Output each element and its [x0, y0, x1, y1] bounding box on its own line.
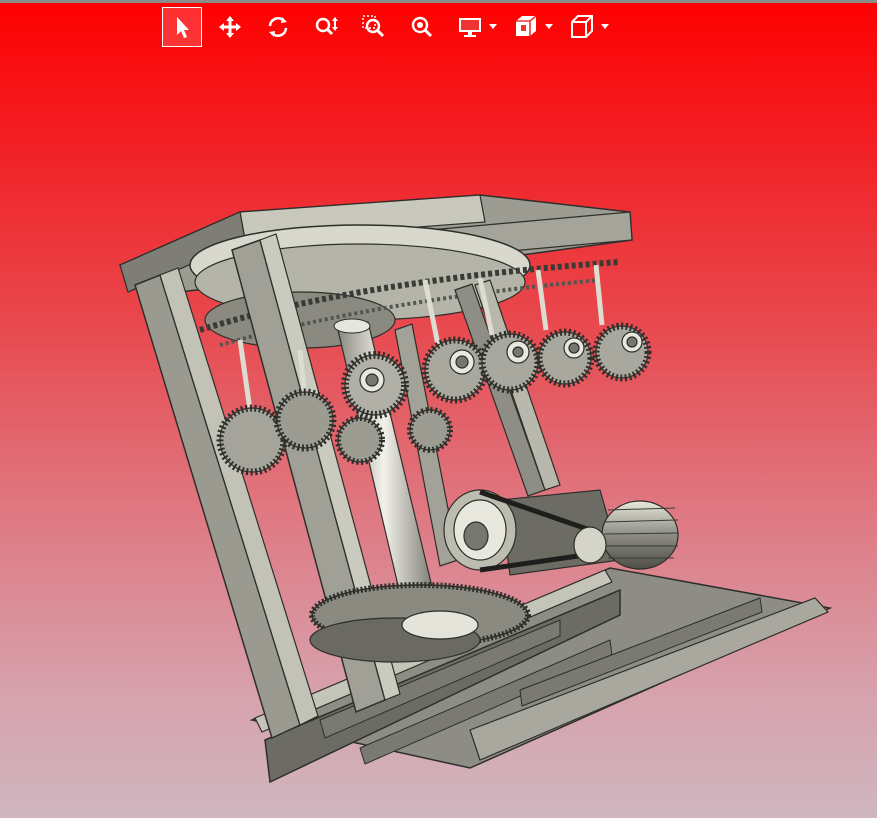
top-frame — [118, 194, 633, 349]
machine-assembly-model[interactable] — [0, 0, 877, 818]
motor-pulley-assembly — [443, 489, 680, 576]
3d-viewport[interactable] — [0, 0, 877, 818]
